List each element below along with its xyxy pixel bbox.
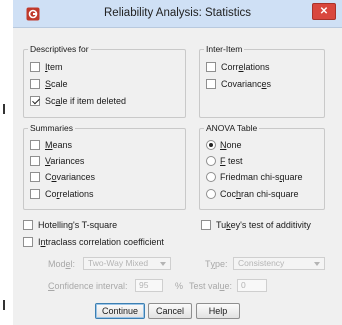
confidence-interval-input[interactable]: 95 xyxy=(135,279,163,292)
radio-button-selected[interactable] xyxy=(206,140,216,150)
close-icon: ✕ xyxy=(319,6,329,17)
checkbox-box[interactable] xyxy=(30,140,40,150)
anova-table-legend: ANOVA Table xyxy=(204,123,260,133)
model-dropdown-value: Two-Way Mixed xyxy=(88,258,149,268)
close-button[interactable]: ✕ xyxy=(312,3,336,20)
anova-none-label: None xyxy=(220,140,242,150)
model-label: Mod e l: xyxy=(48,259,76,269)
gutter-mark xyxy=(3,300,5,310)
chevron-down-icon xyxy=(314,262,320,266)
test-value-input[interactable]: 0 xyxy=(237,279,267,292)
means-label: Means xyxy=(45,140,73,150)
covariances-checkbox[interactable]: Covariances xyxy=(206,79,271,89)
anova-f-test-radio[interactable]: F test xyxy=(206,156,243,166)
radio-button[interactable] xyxy=(206,189,216,199)
dialog-title: Reliability Analysis: Statistics xyxy=(104,7,251,19)
scale-if-item-deleted-label: Scale if item deleted xyxy=(45,96,127,106)
checkbox-box[interactable] xyxy=(30,62,40,72)
hotelling-t-square-checkbox[interactable]: Hotelling's T-square xyxy=(23,220,117,230)
cancel-button[interactable]: Cancel xyxy=(148,303,192,319)
confidence-interval-label: Confidence interval: xyxy=(48,281,128,291)
summary-correlations-checkbox[interactable]: Correlations xyxy=(30,189,94,199)
test-value-label: Test val u e: xyxy=(189,281,233,291)
model-dropdown[interactable]: Two-Way Mixed xyxy=(83,257,171,270)
checkbox-box[interactable] xyxy=(30,156,40,166)
anova-table-group: ANOVA Table None F test Friedman chi-squ… xyxy=(199,123,325,210)
chevron-down-icon xyxy=(160,262,166,266)
type-label: Ty pe: xyxy=(205,259,228,269)
help-button[interactable]: Help xyxy=(196,303,240,319)
item-checkbox[interactable]: Item xyxy=(30,62,63,72)
checkbox-box[interactable] xyxy=(206,79,216,89)
anova-f-test-label: F test xyxy=(220,156,243,166)
radio-button[interactable] xyxy=(206,172,216,182)
type-dropdown[interactable]: Consistency xyxy=(233,257,325,270)
intraclass-correlation-checkbox[interactable]: Intraclass correlation coefficient xyxy=(23,237,164,247)
summaries-group: Summaries Means Variances Covariances Co… xyxy=(23,123,186,210)
summary-correlations-label: Correlations xyxy=(45,189,94,199)
summaries-legend: Summaries xyxy=(28,123,75,133)
variances-checkbox[interactable]: Variances xyxy=(30,156,84,166)
means-checkbox[interactable]: Means xyxy=(30,140,72,150)
anova-none-radio[interactable]: None xyxy=(206,140,242,150)
scale-checkbox[interactable]: Scale xyxy=(30,79,68,89)
checkbox-box[interactable] xyxy=(23,237,33,247)
spss-app-icon xyxy=(26,7,40,21)
checkbox-box[interactable] xyxy=(201,220,211,230)
checkbox-box[interactable] xyxy=(30,79,40,89)
gutter-mark xyxy=(3,104,5,114)
inter-item-group: Inter-Item Correlations Covariances xyxy=(199,44,325,118)
hotelling-label: Hotelling's T-square xyxy=(38,220,118,230)
confidence-unit: % xyxy=(175,281,184,291)
continue-button[interactable]: Continue xyxy=(95,303,145,319)
background-strip xyxy=(0,0,13,325)
scale-label: Scale xyxy=(45,79,68,89)
intraclass-label: Intraclass correlation coefficient xyxy=(38,237,164,247)
radio-button[interactable] xyxy=(206,156,216,166)
summary-covariances-label: Covariances xyxy=(45,172,96,182)
scale-if-item-deleted-checkbox[interactable]: Scale if item deleted xyxy=(30,96,126,106)
title-bar[interactable]: Reliability Analysis: Statistics ✕ xyxy=(13,0,342,28)
type-dropdown-value: Consistency xyxy=(238,258,285,268)
tukey-label: Tukey's test of additivity xyxy=(216,220,311,230)
correlations-checkbox[interactable]: Correlations xyxy=(206,62,270,72)
anova-friedman-label: Friedman chi-square xyxy=(220,172,303,182)
anova-cochran-label: Cochran chi-square xyxy=(220,189,299,199)
checkbox-box[interactable] xyxy=(30,172,40,182)
descriptives-group: Descriptives for Item Scale Scale if ite… xyxy=(23,44,186,118)
item-label: Item xyxy=(45,62,63,72)
covariances-label: Covariances xyxy=(221,79,272,89)
variances-label: Variances xyxy=(45,156,85,166)
checkbox-box[interactable] xyxy=(23,220,33,230)
tukey-additivity-checkbox[interactable]: Tukey's test of additivity xyxy=(201,220,311,230)
checkbox-box[interactable] xyxy=(206,62,216,72)
summary-covariances-checkbox[interactable]: Covariances xyxy=(30,172,95,182)
checkbox-box-checked[interactable] xyxy=(30,96,40,106)
statistics-dialog: Reliability Analysis: Statistics ✕ Descr… xyxy=(13,0,342,325)
inter-item-legend: Inter-Item xyxy=(204,44,245,54)
descriptives-legend: Descriptives for xyxy=(28,44,91,54)
anova-cochran-radio[interactable]: Cochran chi-square xyxy=(206,189,299,199)
anova-friedman-radio[interactable]: Friedman chi-square xyxy=(206,172,303,182)
correlations-label: Correlations xyxy=(221,62,270,72)
checkbox-box[interactable] xyxy=(30,189,40,199)
